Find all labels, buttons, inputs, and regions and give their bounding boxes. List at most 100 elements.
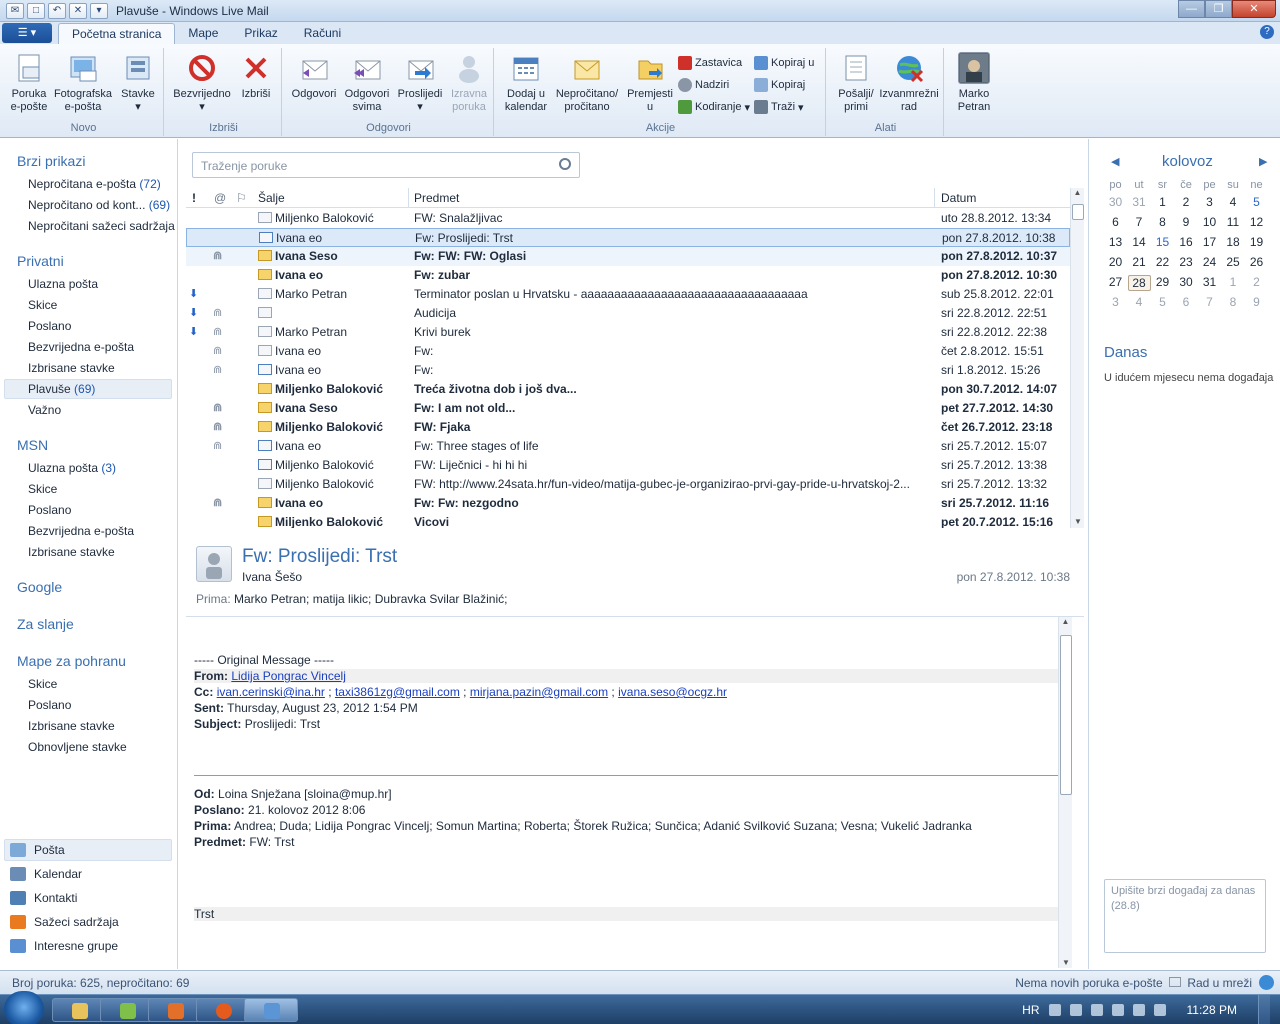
calendar-day[interactable]: 8 [1151,215,1174,229]
calendar-day[interactable]: 25 [1222,255,1245,269]
tab-pocetna[interactable]: Početna stranica [58,23,176,44]
reply-button[interactable]: Odgovori [288,52,340,101]
message-sender[interactable]: Ivana Šešo [242,570,302,584]
nav-feeds[interactable]: Sažeci sadržaja [10,915,119,929]
col-priority[interactable]: ! [192,191,196,205]
language-indicator[interactable]: HR [1022,1003,1039,1017]
message-row[interactable]: ⋒ Ivana eo Fw: Three stages of life sri 25.… [186,437,1070,456]
nav-private-inbox[interactable]: Ulazna pošta [28,277,98,291]
calendar-day[interactable]: 15 [1151,235,1174,249]
private-account-header[interactable]: Privatni [17,253,64,269]
nav-unread-feeds[interactable]: Nepročitani sažeci sadržaja [28,219,175,233]
calendar-day[interactable]: 27 [1104,275,1127,289]
delete-button[interactable]: Izbriši [236,52,276,101]
encoding-button[interactable]: Kodiranje ▾ [678,98,750,116]
instant-message-button[interactable]: Izravna poruka [446,52,492,114]
nav-private-deleted[interactable]: Izbrisane stavke [28,361,115,375]
send-receive-button[interactable]: Pošalji/ primi [832,52,880,114]
add-to-calendar-button[interactable]: Dodaj u kalendar [500,52,552,114]
calendar-day[interactable]: 2 [1245,275,1268,289]
unread-read-button[interactable]: Nepročitano/ pročitano [552,52,622,114]
reply-all-button[interactable]: Odgovori svima [340,52,394,114]
message-row[interactable]: ⋒ Miljenko Baloković FW: Fjaka čet 26.7.201… [186,418,1070,437]
message-row[interactable]: ⋒ Ivana eo Fw: Fw: nezgodno sri 25.7.2012. … [186,494,1070,513]
nav-msn-deleted[interactable]: Izbrisane stavke [28,545,115,559]
col-date[interactable]: Datum [934,188,976,208]
qat-dropdown-icon[interactable]: ▾ [90,2,108,19]
calendar-day[interactable]: 5 [1151,295,1174,309]
nav-storage-recovered[interactable]: Obnovljene stavke [28,740,127,754]
online-globe-icon[interactable] [1259,975,1274,990]
message-row[interactable]: Ivana eo Fw: Proslijedi: Trst pon 27.8.201… [186,228,1070,247]
nav-plavuse[interactable]: Plavuše (69) [28,382,95,396]
calendar-day[interactable]: 16 [1175,235,1198,249]
prev-month-icon[interactable]: ◀ [1111,155,1119,168]
nav-msn-sent[interactable]: Poslano [28,503,71,517]
google-account-header[interactable]: Google [17,579,62,595]
quick-event-input[interactable]: Upišite brzi događaj za danas (28.8) [1104,879,1266,953]
taskbar-livemail[interactable] [244,998,298,1022]
nav-msn-drafts[interactable]: Skice [28,482,57,496]
message-list-scrollbar[interactable]: ▲ ▼ [1070,188,1084,528]
calendar-day[interactable]: 31 [1128,195,1151,209]
calendar-day[interactable]: 13 [1104,235,1127,249]
calendar-day[interactable]: 22 [1151,255,1174,269]
calendar-day[interactable]: 9 [1175,215,1198,229]
calendar-day[interactable]: 2 [1175,195,1198,209]
cc-link-3[interactable]: mirjana.pazin@gmail.com [470,685,608,699]
cc-link-1[interactable]: ivan.cerinski@ina.hr [217,685,325,699]
calendar-day[interactable]: 10 [1198,215,1221,229]
tray-icon-2[interactable] [1090,1004,1103,1016]
volume-icon[interactable] [1153,1004,1166,1016]
col-attachment[interactable]: @ [214,191,226,205]
search-input[interactable]: Traženje poruke [192,152,580,178]
message-row[interactable]: Miljenko Baloković Treća životna dob i jo… [186,380,1070,399]
photo-email-button[interactable]: Fotografska e-pošta [52,52,114,114]
calendar-day[interactable]: 9 [1245,295,1268,309]
nav-unread-email[interactable]: Nepročitana e-pošta (72) [28,177,161,191]
nav-newsgroups[interactable]: Interesne grupe [10,939,118,953]
tray-icon-3[interactable] [1111,1004,1124,1016]
calendar-day[interactable]: 23 [1175,255,1198,269]
quick-views-header[interactable]: Brzi prikazi [17,153,85,169]
message-row[interactable]: ⋒ Ivana Seso Fw: FW: FW: Oglasi pon 27.8.20… [186,247,1070,266]
storage-folders-header[interactable]: Mape za pohranu [17,653,126,669]
nav-storage-sent[interactable]: Poslano [28,698,71,712]
calendar-day[interactable]: 30 [1104,195,1127,209]
message-row[interactable]: Miljenko Baloković FW: http://www.24sata.… [186,475,1070,494]
calendar-day[interactable]: 7 [1128,215,1151,229]
new-email-button[interactable]: Poruka e-pošte [6,52,52,114]
nav-contacts[interactable]: Kontakti [10,891,77,905]
taskbar-explorer[interactable] [52,998,106,1022]
body-scrollbar[interactable]: ▲ ▼ [1058,617,1072,968]
move-to-button[interactable]: Premjesti u [624,52,676,114]
app-menu-button[interactable]: ☰ ▾ [2,23,52,43]
nav-private-sent[interactable]: Poslano [28,319,71,333]
forward-button[interactable]: Proslijedi ▾ [394,52,446,114]
calendar-day[interactable]: 8 [1222,295,1245,309]
calendar-day[interactable]: 1 [1222,275,1245,289]
message-row[interactable]: ⋒ Ivana Seso Fw: I am not old... pet 27.7.2… [186,399,1070,418]
outbox-header[interactable]: Za slanje [17,616,74,632]
clock[interactable]: 11:28 PM [1187,1003,1237,1017]
nav-vazno[interactable]: Važno [28,403,61,417]
orig-from-link[interactable]: Lidija Pongrac Vincelj [231,669,346,683]
calendar-day[interactable]: 6 [1104,215,1127,229]
message-row[interactable]: ⬇ ⋒ Audicija sri 22.8.2012. 22:51 [186,304,1070,323]
show-desktop-button[interactable] [1258,995,1270,1024]
message-row[interactable]: Miljenko Baloković FW: Liječnici - hi hi … [186,456,1070,475]
cc-link-4[interactable]: ivana.seso@ocgz.hr [618,685,727,699]
message-row[interactable]: ⬇ Marko Petran Terminator poslan u Hrvatsk… [186,285,1070,304]
message-row[interactable]: Miljenko Baloković Vicovi pet 20.7.2012. 1… [186,513,1070,528]
message-row[interactable]: Miljenko Baloković FW: Snalažljivac uto 28… [186,209,1070,228]
nav-msn-junk[interactable]: Bezvrijedna e-pošta [28,524,134,538]
maximize-button[interactable]: ❐ [1205,0,1232,18]
calendar-day[interactable]: 3 [1104,295,1127,309]
message-row[interactable]: ⋒ Ivana eo Fw: sri 1.8.2012. 15:26 [186,361,1070,380]
msn-account-header[interactable]: MSN [17,437,48,453]
search-icon[interactable] [559,158,571,170]
calendar-day[interactable]: 5 [1245,195,1268,209]
minimize-button[interactable]: — [1178,0,1205,18]
scroll-thumb[interactable] [1072,204,1084,220]
new-icon[interactable]: □ [27,2,45,19]
